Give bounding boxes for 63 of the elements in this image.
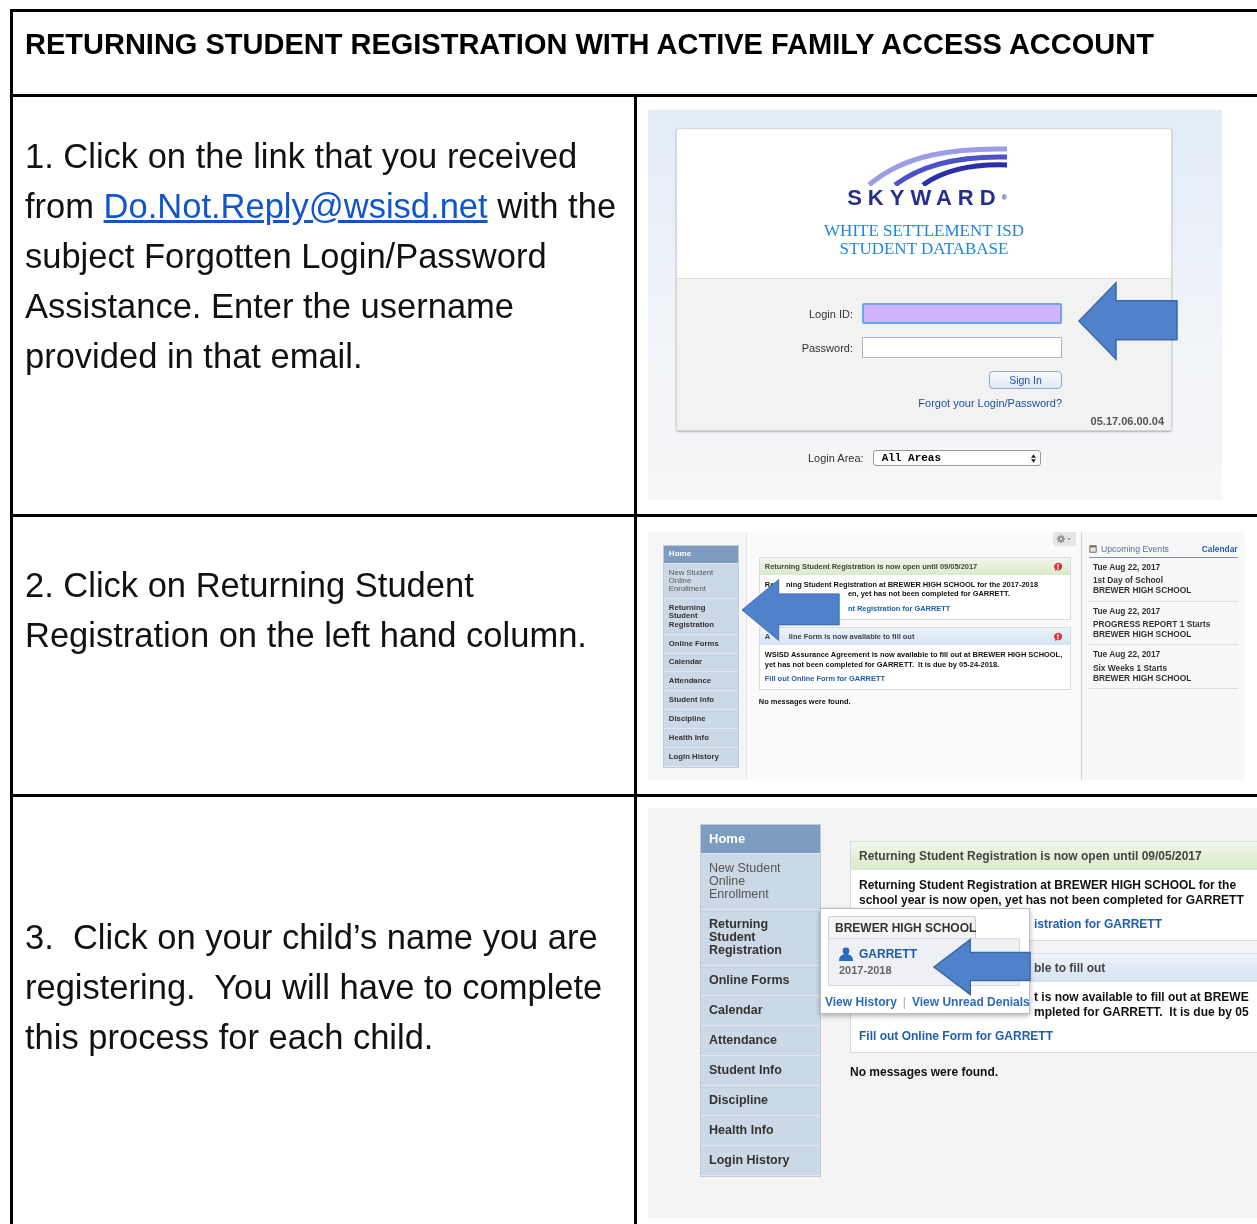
link-separator: | — [902, 995, 906, 1009]
forgot-password-link[interactable]: Forgot your Login/Password? — [918, 397, 1062, 409]
side-menu-item[interactable]: Returning Student Registration — [663, 599, 738, 635]
school-year: 2017-2018 — [839, 964, 893, 976]
field-label: Login Area: — [808, 452, 864, 464]
events-title: Upcoming Events — [1100, 544, 1170, 555]
message-link[interactable]: Fill out Online Form for GARRETT — [859, 1029, 1053, 1044]
event-school: BREWER HIGH SCHOOL — [1092, 630, 1193, 641]
side-menu-item[interactable]: Attendance — [701, 1026, 820, 1056]
input-field[interactable] — [862, 303, 1062, 324]
event-date: Tue Aug 22, 2017 — [1092, 650, 1162, 661]
side-menu-item[interactable]: Calendar — [663, 653, 738, 673]
event-school: BREWER HIGH SCHOOL — [1092, 586, 1193, 597]
version-number: 05.17.06.00.04 — [1089, 415, 1164, 427]
popup-link[interactable]: View History — [825, 995, 897, 1009]
instruction-text: 2. Click on Returning Student Registration on the left hand column. — [25, 565, 588, 656]
input-field[interactable] — [862, 337, 1062, 358]
settings-icon — [1055, 534, 1073, 545]
area-dropdown[interactable]: All Areas — [872, 450, 1041, 466]
message-text: school year is now open, yet has not been completed for GARRETT — [859, 893, 1244, 908]
email-link[interactable]: Do.Not.Reply@wsisd.net — [103, 187, 488, 225]
school-tab[interactable]: BREWER HIGH SCHOOL — [828, 916, 976, 938]
message-title: ble to fill out — [1034, 961, 1106, 975]
instruction-text: 3. Click on your child’s name you are registering. You will have to complete this process for each child. — [25, 917, 604, 1058]
side-menu-item[interactable]: Student Info — [663, 691, 738, 711]
event-date: Tue Aug 22, 2017 — [1092, 606, 1162, 617]
calendar-icon — [1089, 545, 1098, 554]
side-menu-item[interactable]: Login History — [663, 748, 738, 768]
message-title: Returning Student Registration is now open until 09/05/2017 — [859, 849, 1202, 863]
field-label: Login ID: — [807, 307, 853, 320]
event-date: Tue Aug 22, 2017 — [1092, 562, 1162, 573]
side-menu-item[interactable]: Login History — [701, 1146, 820, 1176]
message-link[interactable]: istration for GARRETT — [1034, 917, 1162, 932]
calendar-link[interactable]: Calendar — [1201, 544, 1238, 555]
message-text: t is now available to fill out at BREWE — [1034, 990, 1249, 1005]
student-name-link[interactable]: GARRETT — [859, 947, 917, 961]
side-menu-item[interactable]: Health Info — [701, 1116, 820, 1146]
side-menu-item[interactable]: Discipline — [663, 710, 738, 730]
side-menu-item[interactable]: Student Info — [701, 1056, 820, 1086]
sign-in-button[interactable]: Sign In — [989, 371, 1062, 389]
logo-wordmark: SKYWARD$^{®}$ — [847, 186, 1007, 210]
popup-link[interactable]: View Unread Denials — [911, 995, 1030, 1009]
event-school: BREWER HIGH SCHOOL — [1092, 673, 1193, 684]
event-name: PROGRESS REPORT 1 Starts — [1092, 620, 1212, 631]
side-menu-item[interactable]: Attendance — [663, 672, 738, 692]
table-title: RETURNING STUDENT REGISTRATION WITH ACTIVE FAMILY ACCESS ACCOUNT — [25, 28, 1155, 61]
district-name: WHITE SETTLEMENT ISD — [824, 222, 1024, 240]
side-menu-item[interactable]: Discipline — [701, 1086, 820, 1116]
message-text: mpleted for GARRETT. It is due by 05 — [1034, 1005, 1249, 1020]
side-menu-item[interactable]: Health Info — [663, 729, 738, 749]
event-name: 1st Day of School — [1092, 576, 1165, 587]
message-text: Returning Student Registration at BREWER HIGH SCHOOL for the — [859, 878, 1237, 893]
alert-icon — [1052, 561, 1063, 572]
district-name: STUDENT DATABASE — [839, 240, 1009, 258]
field-label: Password: — [800, 341, 853, 354]
updown-arrows-icon — [1030, 453, 1036, 463]
alert-icon — [1052, 631, 1063, 642]
settings-button[interactable] — [1052, 532, 1076, 547]
side-menu-item[interactable]: Online Forms — [663, 634, 738, 654]
empty-message: No messages were found. — [850, 1065, 1000, 1079]
instruction-text: 1. Click on the link that you received from Do.Not.Reply@wsisd.net with the subject Forgotten Login/Password Assistance. Enter the username provided in that email. — [25, 136, 618, 377]
event-name: Six Weeks 1 Starts — [1092, 664, 1169, 674]
person-icon — [839, 947, 853, 961]
